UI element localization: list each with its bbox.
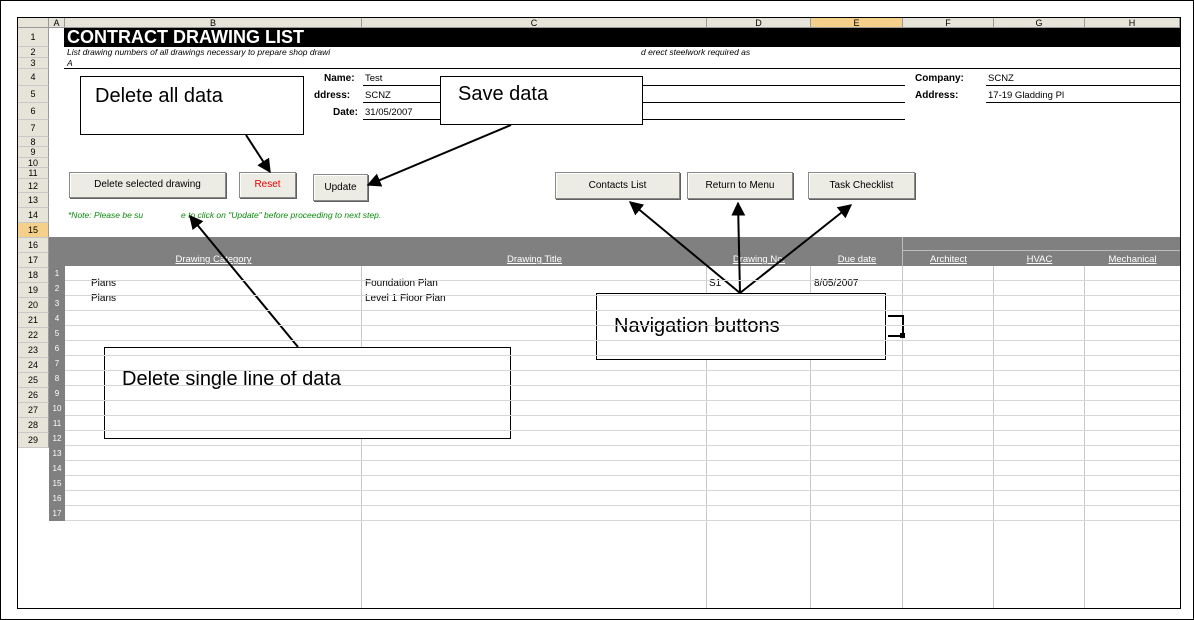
grid-line (65, 310, 1180, 311)
grid-line (65, 340, 1180, 341)
grid-line (65, 460, 1180, 461)
row-number-cell: 14 (49, 461, 65, 476)
row-number-cell: 4 (49, 311, 65, 326)
callout-delete-all: Delete all data (80, 76, 304, 135)
grid-line (65, 505, 1180, 506)
row-number-cell: 17 (49, 506, 65, 521)
row-number-cell: 16 (49, 491, 65, 506)
grid-line (65, 385, 1180, 386)
row-number-cell: 8 (49, 371, 65, 386)
grid-line (65, 430, 1180, 431)
callout-delete-single: Delete single line of data (104, 347, 511, 439)
row-number-cell: 5 (49, 326, 65, 341)
arrow-delete-single (189, 214, 299, 348)
spreadsheet: A B C D E F G H 1 2 3 4 5 6 7 8 9 10 11 … (17, 17, 1181, 609)
row-number-cell: 11 (49, 416, 65, 431)
callout-save: Save data (440, 76, 643, 125)
row-number-cell: 3 (49, 296, 65, 311)
grid-line (65, 370, 1180, 371)
row-number-cell: 15 (49, 476, 65, 491)
grid-line (65, 400, 1180, 401)
arrow-save (366, 124, 512, 187)
grid-line (65, 490, 1180, 491)
row-number-cell: 2 (49, 281, 65, 296)
grid-line (65, 355, 1180, 356)
row-number-cell: 13 (49, 446, 65, 461)
row-number-cell: 10 (49, 401, 65, 416)
grid-line (65, 475, 1180, 476)
grid-line (65, 445, 1180, 446)
row-number-cell: 9 (49, 386, 65, 401)
row-number-cell: 1 (49, 266, 65, 281)
row-number-cell: 7 (49, 356, 65, 371)
grid-line (65, 280, 1180, 281)
arrow-delete-all (245, 134, 271, 174)
grid-line (65, 325, 1180, 326)
row-number-cell: 6 (49, 341, 65, 356)
grid-line (65, 415, 1180, 416)
grid-line (65, 295, 1180, 296)
grid-line (65, 520, 1180, 521)
row-number-cell: 12 (49, 431, 65, 446)
callout-navigation: Navigation buttons (596, 293, 886, 360)
screenshot-frame: A B C D E F G H 1 2 3 4 5 6 7 8 9 10 11 … (0, 0, 1194, 620)
